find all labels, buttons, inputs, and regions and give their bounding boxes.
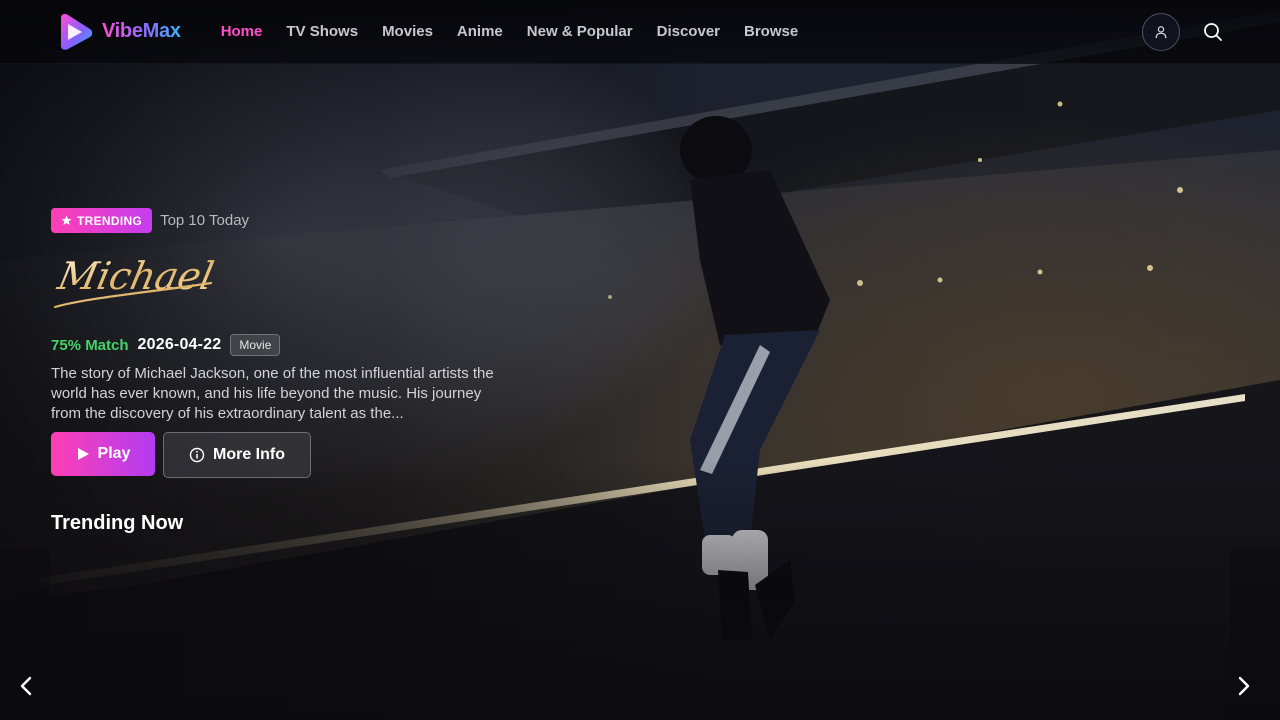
hero-actions: Play More Info <box>51 432 521 478</box>
star-icon <box>61 215 72 225</box>
brand[interactable]: VibeMax <box>56 12 181 52</box>
meta-row: 75% Match 2026-04-22 Movie <box>51 334 521 356</box>
user-icon <box>1155 25 1167 38</box>
nav-item-tv-shows[interactable]: TV Shows <box>286 23 358 40</box>
hero-content: TRENDING Top 10 Today Michael 75% Match … <box>51 208 521 478</box>
top-nav: VibeMax Home TV Shows Movies Anime New &… <box>0 0 1280 64</box>
search-button[interactable] <box>1202 21 1224 43</box>
nav-item-movies[interactable]: Movies <box>382 23 433 40</box>
release-date: 2026-04-22 <box>137 336 222 353</box>
nav-actions <box>1142 12 1224 51</box>
nav-item-home[interactable]: Home <box>221 23 263 40</box>
play-icon <box>77 448 89 460</box>
trending-badge: TRENDING <box>51 208 153 233</box>
top-ten-label: Top 10 Today <box>160 212 250 229</box>
hero-description: The story of Michael Jackson, one of the… <box>51 365 494 422</box>
nav-item-browse[interactable]: Browse <box>744 23 798 40</box>
brand-logo-icon <box>60 13 93 50</box>
trending-carousel <box>0 548 1280 720</box>
nav-item-discover[interactable]: Discover <box>657 23 720 40</box>
trending-badge-label: TRENDING <box>77 213 143 228</box>
info-icon <box>189 447 205 463</box>
carousel-prev-button[interactable] <box>14 674 38 698</box>
more-info-button[interactable]: More Info <box>163 432 311 478</box>
play-button-label: Play <box>97 445 131 462</box>
trending-now-heading: Trending Now <box>51 512 184 534</box>
chevron-right-icon <box>1238 676 1250 696</box>
badge-row: TRENDING Top 10 Today <box>51 208 521 233</box>
match-score: 75% Match <box>51 336 129 354</box>
chevron-left-icon <box>20 676 32 696</box>
nav-item-new-popular[interactable]: New & Popular <box>527 23 633 40</box>
search-icon <box>1204 22 1222 41</box>
profile-button[interactable] <box>1142 12 1180 51</box>
nav-item-anime[interactable]: Anime <box>457 23 503 40</box>
carousel-next-button[interactable] <box>1232 674 1256 698</box>
more-info-button-label: More Info <box>213 446 285 463</box>
play-button[interactable]: Play <box>51 432 155 476</box>
type-badge: Movie <box>230 334 281 356</box>
brand-name: VibeMax <box>102 20 181 42</box>
main-nav: Home TV Shows Movies Anime New & Popular… <box>221 23 799 40</box>
title-logo: Michael <box>53 254 217 309</box>
